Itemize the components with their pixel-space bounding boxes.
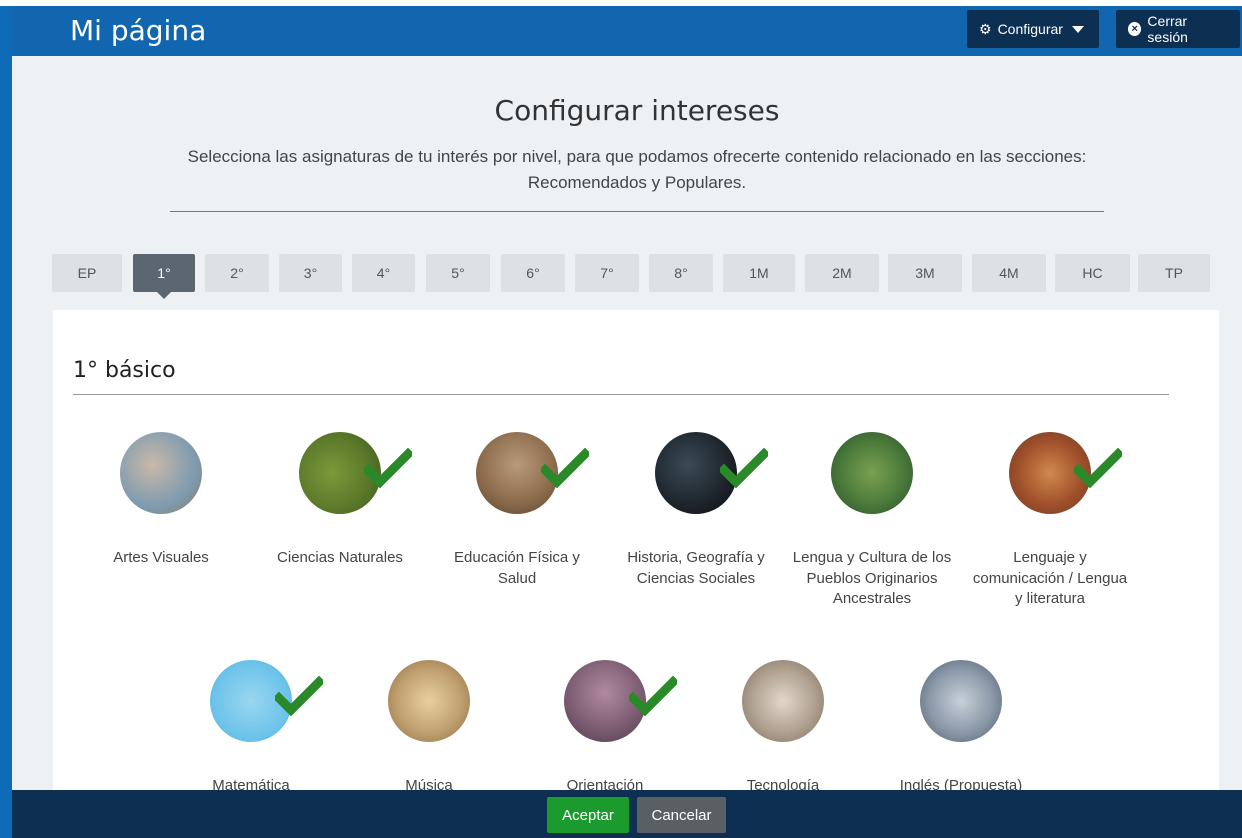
level-tab[interactable]: 8° <box>649 254 713 292</box>
subject-name: Educación Física y Salud <box>454 549 580 587</box>
subject-name: Artes Visuales <box>113 549 209 566</box>
chevron-down-icon <box>1071 25 1084 33</box>
cancel-button[interactable]: Cancelar <box>637 797 726 833</box>
subjects-panel: 1° básico Artes Visuales Ciencias Natural… <box>53 310 1219 794</box>
logout-label: Cerrar sesión <box>1147 13 1188 45</box>
check-icon <box>629 676 677 716</box>
level-tab[interactable]: 5° <box>426 254 490 292</box>
divider <box>170 211 1104 212</box>
subject-tile[interactable]: Inglés (Propuesta) <box>881 660 1041 797</box>
level-tab[interactable]: 3° <box>279 254 342 292</box>
subject-tile[interactable]: Ciencias Naturales <box>260 432 420 569</box>
check-icon <box>1074 448 1122 488</box>
gear-icon: ⚙ <box>979 20 992 37</box>
main-content: Configurar intereses Selecciona las asig… <box>12 56 1242 794</box>
level-tab[interactable]: HC <box>1055 254 1130 292</box>
level-divider <box>73 394 1169 395</box>
level-tabs: EP 1° 2° 3° 4° 5° 6° 7° 8° 1M 2M 3M 4M HC TP <box>52 254 1222 299</box>
subject-name: Historia, Geografía y Ciencias Sociales <box>627 549 765 587</box>
subject-tile[interactable]: Artes Visuales <box>81 432 241 569</box>
subject-name: Ciencias Naturales <box>277 549 403 566</box>
footer-bar: Aceptar Cancelar <box>12 790 1242 838</box>
level-tab[interactable]: TP <box>1138 254 1210 292</box>
level-tab[interactable]: 3M <box>888 254 962 292</box>
subject-tile[interactable]: Lenguaje y comunicación / Lengua y liter… <box>970 432 1130 610</box>
page-header-title: Mi página <box>70 14 207 47</box>
subject-tile[interactable]: Lengua y Cultura de los Pueblos Originar… <box>792 432 952 610</box>
level-tab[interactable]: 2M <box>805 254 879 292</box>
header-bar: Mi página ⚙ Configurar × Cerrar sesión <box>12 6 1242 56</box>
level-tab[interactable]: 7° <box>575 254 639 292</box>
check-icon <box>275 676 323 716</box>
level-tab[interactable]: 4° <box>352 254 415 292</box>
subject-image <box>920 660 1002 742</box>
subject-image <box>742 660 824 742</box>
close-circle-icon: × <box>1128 22 1142 36</box>
page-title: Configurar intereses <box>494 94 780 127</box>
subject-image <box>120 432 202 514</box>
subject-tile[interactable]: Tecnología <box>703 660 863 797</box>
subject-image <box>831 432 913 514</box>
subject-image <box>388 660 470 742</box>
subject-name: Lenguaje y comunicación / Lengua y liter… <box>972 549 1128 607</box>
subject-tile[interactable]: Música <box>349 660 509 797</box>
check-icon <box>720 448 768 488</box>
configure-label: Configurar <box>997 21 1063 37</box>
logout-button[interactable]: × Cerrar sesión <box>1116 10 1240 48</box>
subject-name: Lengua y Cultura de los Pueblos Originar… <box>792 549 952 607</box>
level-tab[interactable]: EP <box>52 254 122 292</box>
subject-tile[interactable]: Educación Física y Salud <box>437 432 597 589</box>
level-tab[interactable]: 1M <box>723 254 795 292</box>
check-icon <box>541 448 589 488</box>
check-icon <box>364 448 412 488</box>
subject-tile[interactable]: Orientación <box>525 660 685 797</box>
level-tab[interactable]: 6° <box>501 254 565 292</box>
page-subtitle: Selecciona las asignaturas de tu interés… <box>187 147 1087 192</box>
configure-button[interactable]: ⚙ Configurar <box>967 10 1099 48</box>
level-tab[interactable]: 1° <box>133 254 195 299</box>
subject-tile[interactable]: Matemática <box>171 660 331 797</box>
level-tab[interactable]: 4M <box>972 254 1046 292</box>
level-title: 1° básico <box>73 358 176 383</box>
accept-button[interactable]: Aceptar <box>547 797 629 833</box>
subject-tile[interactable]: Historia, Geografía y Ciencias Sociales <box>616 432 776 589</box>
level-tab[interactable]: 2° <box>205 254 269 292</box>
